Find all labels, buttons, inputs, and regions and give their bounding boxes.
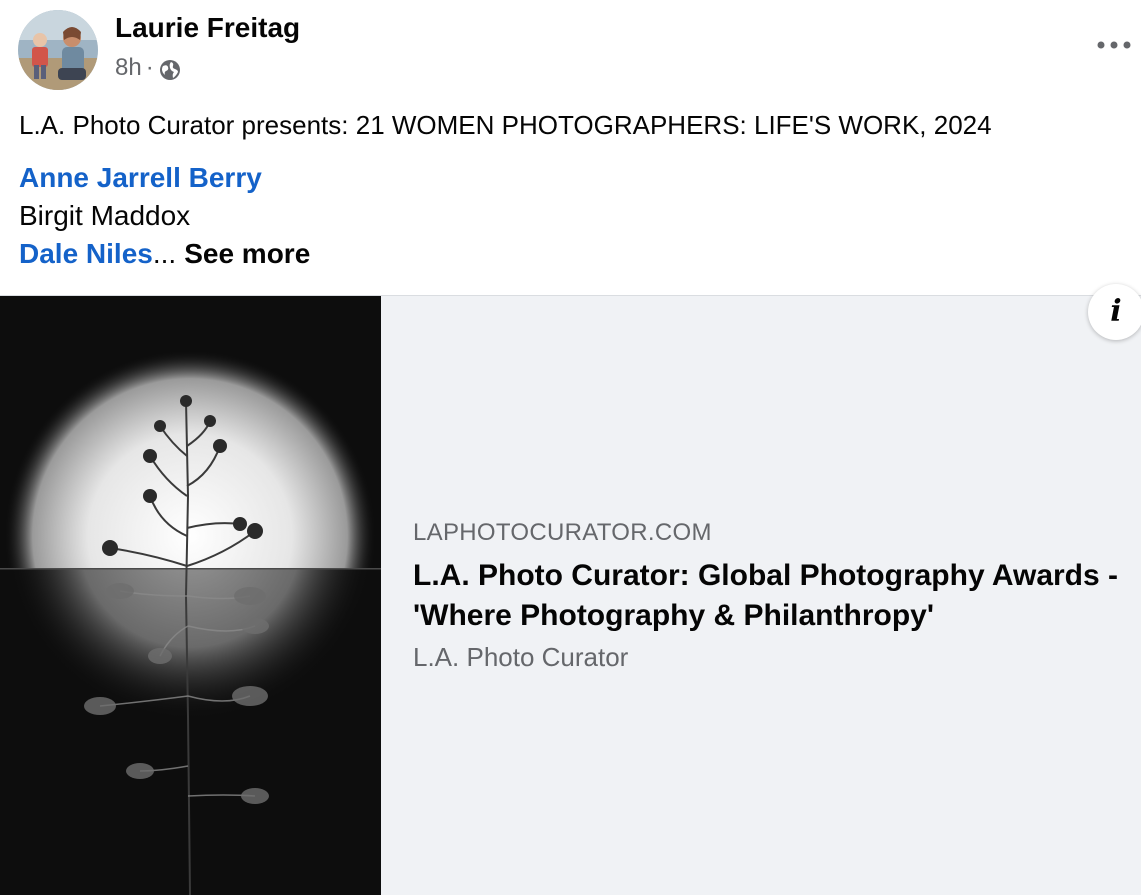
tagged-name-link[interactable]: Dale Niles (19, 238, 153, 269)
preview-photo (0, 296, 381, 895)
ellipsis: ... (152, 238, 177, 269)
info-button[interactable]: i (1088, 284, 1141, 340)
link-domain: LAPHOTOCURATOR.COM (413, 519, 712, 546)
avatar-photo (18, 10, 98, 90)
more-options-icon (1097, 41, 1131, 49)
post-caption: L.A. Photo Curator presents: 21 WOMEN PH… (19, 110, 992, 140)
tagged-name-link[interactable]: Anne Jarrell Berry (19, 160, 262, 196)
meta-separator: · (145, 54, 154, 81)
info-icon: i (1110, 293, 1122, 329)
author-name[interactable]: Laurie Freitag (115, 12, 300, 44)
post-timestamp[interactable]: 8h (115, 54, 142, 82)
link-source: L.A. Photo Curator (413, 642, 629, 672)
link-preview-image[interactable] (0, 296, 381, 895)
post-meta: 8h · (115, 54, 181, 82)
tagged-name-text: Birgit Maddox (19, 200, 191, 231)
globe-icon[interactable] (159, 59, 181, 81)
see-more-link[interactable]: See more (184, 238, 310, 269)
more-options-button[interactable] (1094, 30, 1134, 60)
avatar[interactable] (18, 10, 98, 90)
link-title[interactable]: L.A. Photo Curator: Global Photography A… (413, 556, 1135, 636)
truncated-line: Dale Niles... See more (19, 236, 310, 272)
link-preview-card[interactable]: LAPHOTOCURATOR.COM L.A. Photo Curator: G… (381, 296, 1141, 895)
